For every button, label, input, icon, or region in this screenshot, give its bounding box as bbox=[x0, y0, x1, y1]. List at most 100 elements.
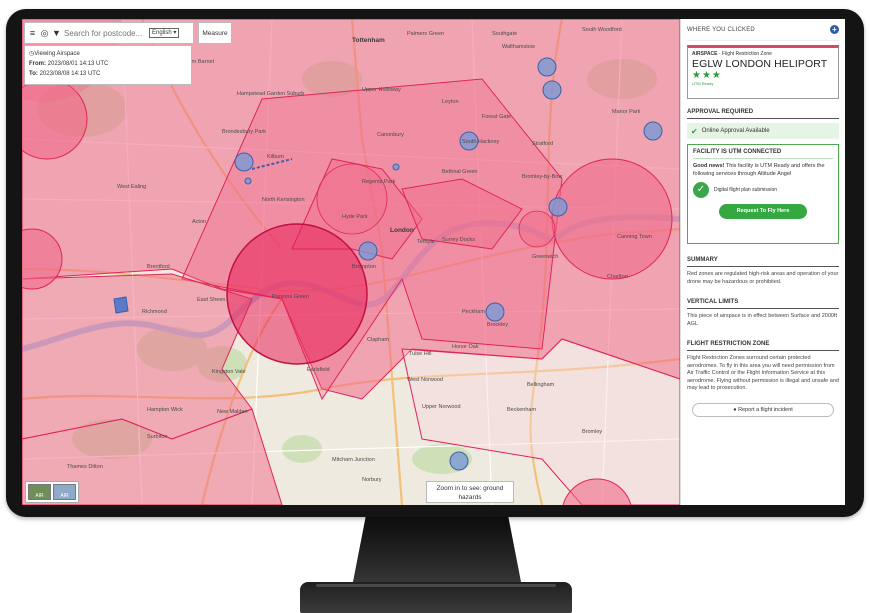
where-you-clicked-title: WHERE YOU CLICKED bbox=[687, 26, 755, 33]
place-label: Norbury bbox=[362, 477, 382, 483]
place-label: Kingston Vale bbox=[212, 369, 246, 375]
utm-service: ✓ Digital flight plan submission bbox=[693, 182, 833, 198]
reservoir-marker bbox=[113, 296, 129, 314]
viewing-airspace-title: Viewing Airspace bbox=[34, 51, 80, 57]
place-label: Palmers Green bbox=[407, 31, 444, 37]
place-label: Hampstead Garden Suburb bbox=[237, 91, 305, 97]
place-label: Hampton Wick bbox=[147, 407, 183, 413]
place-label: Temple bbox=[417, 239, 435, 245]
layer-map-thumb[interactable]: AIR bbox=[53, 484, 76, 500]
place-label: Tulse Hill bbox=[409, 351, 432, 357]
frz-text: Flight Restriction Zones surround certai… bbox=[687, 355, 839, 391]
place-label: Thames Ditton bbox=[67, 464, 103, 470]
place-label: New Malden bbox=[217, 409, 248, 415]
to-value: 2023/08/08 14:13 UTC bbox=[39, 71, 101, 77]
vertical-limits-text: This piece of airspace is in effect betw… bbox=[687, 313, 838, 327]
layer-satellite-thumb[interactable]: AIR bbox=[28, 484, 51, 500]
measure-button[interactable]: Measure bbox=[198, 22, 232, 44]
place-label: Acton bbox=[192, 219, 207, 225]
to-label: To: bbox=[29, 71, 38, 77]
monitor-screen: Southgate Palmers Green Tottenham Walthamst… bbox=[22, 19, 845, 505]
approval-title: APPROVAL REQUIRED bbox=[687, 105, 839, 119]
sidebar-header: WHERE YOU CLICKED + bbox=[687, 19, 839, 41]
place-label: Canonbury bbox=[377, 132, 404, 138]
place-label: Mitcham Junction bbox=[332, 457, 375, 463]
star-rating-icon: ★★★ bbox=[692, 70, 722, 81]
request-to-fly-button[interactable]: Request To Fly Here bbox=[719, 204, 807, 219]
place-label: Surrey Docks bbox=[442, 237, 476, 243]
place-label: South Hackney bbox=[462, 139, 500, 145]
place-label: Walthamstow bbox=[502, 44, 535, 50]
report-incident-button[interactable]: ● Report a flight incident bbox=[692, 402, 834, 417]
place-label: Clapham bbox=[367, 337, 390, 343]
frz-section: FLIGHT RESTRICTION ZONE Flight Restricti… bbox=[687, 337, 839, 393]
place-label: Honor Oak bbox=[452, 344, 479, 350]
place-label: Surbiton bbox=[147, 434, 168, 440]
frz-title: FLIGHT RESTRICTION ZONE bbox=[687, 337, 839, 351]
map-toolbar: ≡ ◎ ▼ English ▾ bbox=[24, 22, 194, 44]
place-label: Manor Park bbox=[612, 109, 641, 115]
report-incident-label: Report a flight incident bbox=[738, 406, 793, 413]
place-label: Forest Gate bbox=[482, 114, 512, 120]
monitor-stand-neck bbox=[352, 517, 522, 587]
summary-section: SUMMARY Red zones are regulated high-ris… bbox=[687, 253, 839, 286]
place-label: Charlton bbox=[607, 274, 628, 280]
language-value: English bbox=[152, 30, 172, 36]
filter-icon[interactable]: ▼ bbox=[52, 28, 61, 38]
place-label: Earlsfield bbox=[307, 367, 330, 373]
place-label: Bromley bbox=[582, 429, 603, 435]
postcode-search-input[interactable] bbox=[64, 28, 146, 38]
place-label: Tottenham bbox=[352, 37, 385, 44]
place-label: West Norwood bbox=[407, 377, 443, 383]
zone-card[interactable]: AIRSPACE · Flight Restriction Zone EGLW … bbox=[687, 45, 839, 99]
place-label: Regents Park bbox=[362, 179, 396, 185]
zone-type-value: Flight Restriction Zone bbox=[721, 51, 772, 57]
plus-icon[interactable]: + bbox=[830, 25, 839, 34]
zone-name: EGLW LONDON HELIPORT bbox=[692, 58, 828, 70]
approval-text: Online Approval Available bbox=[701, 128, 770, 134]
menu-icon[interactable]: ≡ bbox=[28, 28, 37, 38]
place-label: West Ealing bbox=[117, 184, 147, 190]
place-label: London bbox=[390, 227, 414, 234]
approval-row: ✔ Online Approval Available bbox=[687, 123, 839, 139]
monitor-scene: Southgate Palmers Green Tottenham Walthamst… bbox=[0, 0, 870, 613]
place-label: Parsons Green bbox=[272, 294, 309, 300]
zone-sub-label: UTM Ready bbox=[692, 81, 714, 86]
place-label: Upper Holloway bbox=[362, 87, 401, 93]
utm-service-label: Digital flight plan submission bbox=[714, 187, 778, 193]
place-label: Richmond bbox=[142, 309, 167, 315]
utm-card: FACILITY IS UTM CONNECTED Good news! Thi… bbox=[687, 144, 839, 244]
utm-description: Good news! This facility is UTM Ready an… bbox=[693, 162, 833, 178]
details-sidebar: WHERE YOU CLICKED + AIRSPACE · Flight Re… bbox=[680, 19, 845, 505]
check-icon: ✔ bbox=[691, 126, 698, 136]
place-label: Bromley-by-Bow bbox=[522, 174, 563, 180]
place-label: Brondesbury Park bbox=[222, 129, 267, 135]
place-label: Canning Town bbox=[617, 234, 652, 240]
airspace-map[interactable]: Southgate Palmers Green Tottenham Walthamst… bbox=[22, 19, 680, 505]
monitor-stand-highlight bbox=[316, 584, 556, 587]
place-label: Stratford bbox=[532, 141, 554, 147]
from-label: From: bbox=[29, 61, 46, 67]
place-label: Bellingham bbox=[527, 382, 555, 388]
layer-switcher: AIR AIR bbox=[25, 481, 79, 503]
utm-lead: Good news! bbox=[693, 163, 725, 169]
place-label: Southgate bbox=[492, 31, 518, 37]
vertical-limits-section: VERTICAL LIMITS This piece of airspace i… bbox=[687, 295, 839, 328]
chevron-down-icon: ▾ bbox=[173, 30, 177, 36]
summary-text: Red zones are regulated high-risk areas … bbox=[687, 271, 839, 285]
place-label: Beckenham bbox=[507, 407, 537, 413]
viewing-airspace-panel: ◷Viewing Airspace From: 2023/08/01 14:13… bbox=[24, 45, 192, 85]
layer-label: AIR bbox=[60, 493, 69, 499]
place-label: North Kensington bbox=[262, 197, 305, 203]
place-label: Brentford bbox=[147, 264, 170, 270]
from-value: 2023/08/01 14:13 UTC bbox=[47, 61, 109, 67]
place-label: Bethnal Green bbox=[442, 169, 478, 175]
place-label: East Sheen bbox=[197, 297, 226, 303]
utm-title: FACILITY IS UTM CONNECTED bbox=[693, 149, 833, 159]
language-select[interactable]: English ▾ bbox=[149, 28, 180, 38]
place-label: Hyde Park bbox=[342, 214, 368, 220]
check-circle-icon: ✓ bbox=[693, 182, 709, 198]
location-icon[interactable]: ◎ bbox=[40, 28, 49, 38]
place-label: Leyton bbox=[442, 99, 459, 105]
summary-title: SUMMARY bbox=[687, 253, 839, 267]
